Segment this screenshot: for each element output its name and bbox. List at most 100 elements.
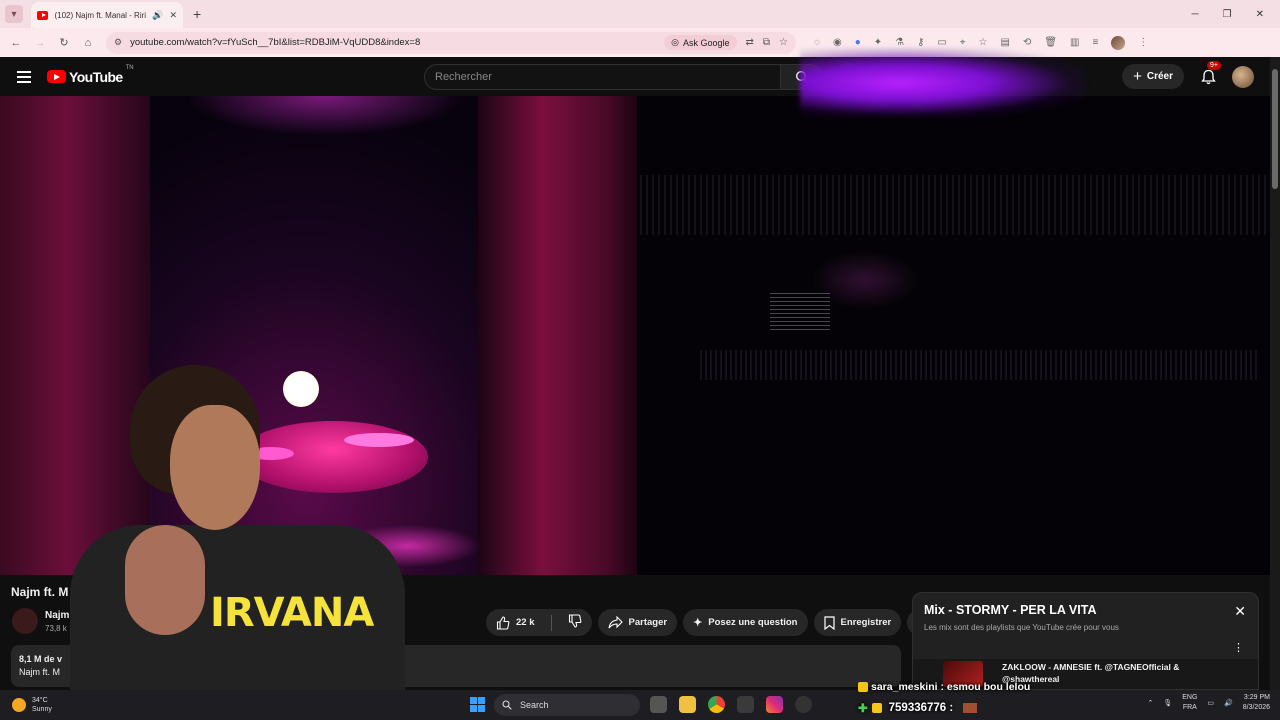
share-label: Partager (628, 617, 668, 628)
sun-icon (12, 698, 26, 712)
weather-widget[interactable]: 34°C Sunny (12, 696, 52, 714)
window-close-icon[interactable]: ✕ (1256, 9, 1264, 20)
chat-message: sara_meskini : esmou bou lelou (871, 681, 1031, 693)
forward-icon[interactable]: → (28, 37, 52, 49)
playlist-item-title: ZAKLOOW - AMNESIE ft. @TAGNEOfficial & @… (1002, 662, 1180, 684)
puzzle-extensions-icon[interactable]: ✦ (874, 37, 882, 48)
menu-hamburger-icon[interactable] (17, 70, 31, 83)
bookmark-star-icon[interactable]: ☆ (779, 37, 788, 48)
like-button[interactable]: 22 k (496, 615, 535, 630)
thumbs-up-icon (496, 615, 510, 630)
thumbs-down-icon (568, 614, 581, 628)
google-lens-icon: ◎ (671, 37, 679, 47)
volume-icon[interactable]: 🔊 (1224, 699, 1233, 707)
dislike-button[interactable] (568, 614, 582, 631)
speaker-icon[interactable]: 🔊 (152, 10, 163, 21)
youtube-logo[interactable]: YouTube TN (47, 65, 134, 85)
instagram-icon[interactable] (766, 696, 783, 713)
menu-dots-icon[interactable]: ⋮ (1138, 37, 1148, 48)
favorites-icon[interactable]: ☆ (979, 37, 988, 48)
view-count: 8,1 M de v (19, 654, 63, 664)
location-icon[interactable]: ⌖ (960, 37, 966, 48)
chrome-icon[interactable] (708, 696, 725, 713)
extension-icon[interactable]: ● (855, 37, 861, 48)
youtube-header: YouTube TN Rechercher + Créer 9+ (0, 57, 1280, 96)
scrollbar-thumb[interactable] (1272, 69, 1278, 189)
clock-date: 8/3/2026 (1242, 704, 1270, 711)
description-text: Najm ft. M (19, 667, 61, 677)
extension-icon[interactable]: ◌ (814, 37, 820, 48)
ask-google-label: Ask Google (682, 37, 730, 48)
site-info-icon[interactable]: ⚙ (114, 37, 122, 48)
system-tray: ⌃ 🎙 ENG FRA ▭ 🔊 3:29 PM 8/3/2026 (1147, 693, 1270, 713)
card-icon[interactable]: ▭ (937, 37, 946, 48)
chat-badge-icon: ✚ (858, 703, 868, 715)
translate-icon[interactable]: ⇄ (746, 37, 754, 48)
mix-title[interactable]: Mix - STORMY - PER LA VITA (924, 603, 1096, 617)
trash-icon[interactable]: 🗑 (1044, 37, 1057, 48)
logo-region: TN (125, 64, 134, 71)
more-vert-icon[interactable]: ⋮ (1233, 641, 1244, 654)
account-avatar[interactable] (1232, 65, 1254, 88)
close-icon[interactable]: ✕ (1234, 603, 1246, 620)
ask-question-button[interactable]: ✦ Posez une question (683, 609, 808, 636)
extension-icon[interactable]: ⚗ (895, 37, 904, 48)
home-icon[interactable]: ⌂ (76, 37, 100, 49)
extension-icon[interactable]: ◉ (833, 37, 842, 48)
page-scrollbar[interactable] (1270, 57, 1280, 690)
media-control-icon[interactable]: ≡ (1092, 37, 1098, 48)
ask-question-label: Posez une question (708, 617, 798, 628)
language-secondary: FRA (1182, 704, 1197, 711)
tab-search-button[interactable]: ▾ (5, 5, 23, 23)
weather-condition: Sunny (32, 706, 52, 713)
minimize-icon[interactable]: ─ (1192, 9, 1199, 20)
file-explorer-icon[interactable] (679, 696, 696, 713)
store-icon[interactable] (737, 696, 754, 713)
tab-title: (102) Najm ft. Manal - RiriRi (54, 10, 147, 20)
person-face (170, 405, 260, 530)
notifications-button[interactable]: 9+ (1198, 60, 1221, 87)
browser-tab-active[interactable]: (102) Najm ft. Manal - RiriRi 🔊 ✕ (31, 2, 183, 28)
purple-light-streak (800, 48, 1085, 118)
reading-list-icon[interactable]: ▤ (1000, 37, 1009, 48)
close-tab-icon[interactable]: ✕ (169, 10, 177, 21)
mix-playlist-panel: Mix - STORMY - PER LA VITA Les mix sont … (912, 592, 1259, 690)
person-hand (125, 525, 205, 635)
stream-chat-line: ✚ 759336776 : (858, 701, 978, 715)
obs-icon[interactable] (795, 696, 812, 713)
youtube-play-icon (47, 70, 66, 83)
tray-overflow-icon[interactable]: ⌃ (1147, 699, 1153, 707)
install-app-icon[interactable]: ⧉ (763, 37, 770, 48)
language-indicator[interactable]: ENG FRA (1182, 693, 1197, 713)
url-text: youtube.com/watch?v=fYuSch__7bI&list=RDB… (130, 37, 421, 48)
share-button[interactable]: Partager (597, 609, 678, 636)
reload-icon[interactable]: ↻ (52, 36, 76, 49)
language-primary: ENG (1182, 694, 1198, 701)
save-button[interactable]: Enregistrer (813, 609, 902, 636)
sidebar-icon[interactable]: ▥ (1070, 37, 1079, 48)
network-icon[interactable]: ▭ (1207, 699, 1214, 707)
ask-google-button[interactable]: ◎ Ask Google (664, 35, 737, 50)
clock[interactable]: 3:29 PM 8/3/2026 (1243, 693, 1270, 713)
new-tab-button[interactable]: + (193, 6, 201, 22)
chat-avatar (963, 703, 978, 713)
key-icon[interactable]: ⚷ (917, 37, 924, 48)
save-label: Enregistrer (840, 617, 892, 628)
profile-avatar[interactable] (1111, 35, 1126, 50)
create-label: Créer (1146, 71, 1173, 82)
task-view-icon[interactable] (650, 696, 667, 713)
logo-text: YouTube (69, 68, 123, 85)
mic-tray-icon[interactable]: 🎙 (1163, 699, 1172, 707)
address-bar[interactable]: ⚙ youtube.com/watch?v=fYuSch__7bI&list=R… (106, 31, 796, 54)
windows-start-icon[interactable] (470, 697, 485, 712)
chat-badge-icon (871, 703, 882, 713)
channel-avatar[interactable] (12, 608, 38, 634)
create-button[interactable]: + Créer (1122, 64, 1184, 89)
shirt-print: IRVANA (210, 590, 374, 636)
history-icon[interactable]: ⟲ (1023, 37, 1031, 48)
back-icon[interactable]: ← (4, 37, 28, 49)
taskbar-search[interactable]: Search (494, 694, 640, 716)
share-icon (607, 616, 623, 629)
restore-icon[interactable]: ❐ (1223, 9, 1232, 20)
search-input[interactable]: Rechercher (424, 63, 781, 90)
